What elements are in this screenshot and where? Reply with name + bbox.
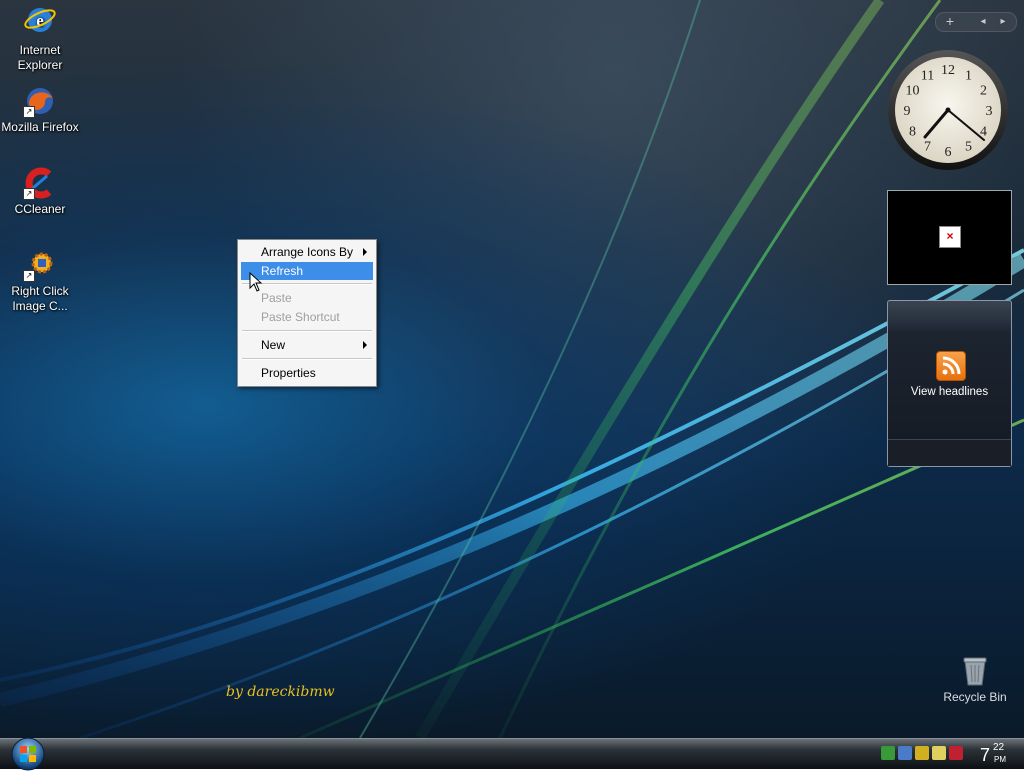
- submenu-arrow-icon: [363, 248, 367, 256]
- menu-item-properties[interactable]: Properties: [241, 364, 373, 382]
- clock-numeral: 8: [909, 125, 916, 140]
- clock-numeral: 12: [941, 63, 955, 78]
- desktop-icon-label: Recycle Bin: [943, 690, 1007, 704]
- wand-icon[interactable]: [932, 746, 946, 760]
- clock-numeral: 6: [945, 145, 952, 160]
- shortcut-arrow-icon: ↗: [23, 106, 35, 118]
- wallpaper-swoosh: [0, 0, 1024, 738]
- desktop-icon-label: Mozilla Firefox: [1, 120, 79, 134]
- shortcut-arrow-icon: ↗: [23, 188, 35, 200]
- clock-numeral: 1: [965, 69, 972, 84]
- clock-numeral: 7: [924, 140, 931, 155]
- network-icon[interactable]: [881, 746, 895, 760]
- shortcut-arrow-icon: ↗: [23, 270, 35, 282]
- menu-separator: [242, 330, 372, 332]
- menu-item-label: Paste Shortcut: [261, 310, 340, 324]
- add-gadget-button[interactable]: +: [936, 13, 964, 31]
- desktop-icon-mozilla-firefox[interactable]: ↗ Mozilla Firefox: [0, 84, 80, 135]
- clock-numeral: 11: [921, 69, 934, 84]
- menu-item-label: Paste: [261, 291, 292, 305]
- clock-numeral: 10: [906, 84, 920, 99]
- clock-numeral: 5: [965, 140, 972, 155]
- desktop-icon-right-click-image-converter[interactable]: ↗ Right Click Image C...: [0, 248, 80, 314]
- rss-feed-icon: [936, 351, 966, 381]
- desktop-context-menu: Arrange Icons By Refresh Paste Paste Sho…: [237, 239, 377, 387]
- menu-item-label: Refresh: [261, 264, 304, 278]
- desktop-icon-label: Right Click Image C...: [11, 284, 69, 313]
- clock-minute: 22: [993, 742, 1005, 753]
- desktop-icon-label: Internet Explorer: [17, 43, 63, 72]
- desktop-icon-label: CCleaner: [14, 202, 66, 216]
- mouse-cursor-icon: [249, 272, 263, 292]
- clock-hour: 7: [980, 745, 991, 765]
- desktop-icon-ccleaner[interactable]: ↗ CCleaner: [0, 166, 80, 217]
- sidebar-controls: + ◂ ▸: [935, 12, 1017, 32]
- menu-item-new[interactable]: New: [241, 336, 373, 354]
- power-icon[interactable]: [915, 746, 929, 760]
- menu-separator: [242, 358, 372, 360]
- clock-ampm: PM: [994, 755, 1006, 764]
- submenu-arrow-icon: [363, 341, 367, 349]
- clock-numeral: 2: [980, 84, 987, 99]
- signature-text: by dareckibmw: [226, 684, 335, 700]
- menu-item-paste-shortcut[interactable]: Paste Shortcut: [241, 308, 373, 326]
- security-shield-icon[interactable]: [949, 746, 963, 760]
- menu-item-label: Arrange Icons By: [261, 245, 354, 259]
- menu-item-arrange-icons-by[interactable]: Arrange Icons By: [241, 243, 373, 261]
- next-gadget-page-button[interactable]: ▸: [994, 13, 1012, 31]
- menu-item-label: New: [261, 338, 286, 352]
- internet-explorer-icon: e: [24, 8, 56, 32]
- slideshow-gadget[interactable]: ×: [887, 190, 1012, 285]
- clock-numeral: 9: [904, 104, 911, 119]
- clock-gadget[interactable]: 12 1234567891011: [886, 48, 1010, 172]
- menu-item-label: Properties: [261, 366, 316, 380]
- desktop-icon-recycle-bin[interactable]: Recycle Bin: [940, 655, 1010, 704]
- broken-image-icon: ×: [939, 226, 961, 248]
- display-icon[interactable]: [898, 746, 912, 760]
- taskbar: 7 22 PM: [0, 738, 1024, 769]
- start-button[interactable]: [10, 736, 46, 772]
- recycle-bin-icon: [963, 657, 987, 686]
- feed-headlines-gadget[interactable]: View headlines: [887, 300, 1012, 467]
- feed-gadget-footer: [888, 439, 1011, 466]
- desktop-icon-internet-explorer[interactable]: e Internet Explorer: [0, 3, 80, 73]
- previous-gadget-page-button[interactable]: ◂: [974, 13, 992, 31]
- desktop[interactable]: e Internet Explorer ↗ Mozilla Firefox ↗ …: [0, 0, 1024, 738]
- view-headlines-label[interactable]: View headlines: [888, 386, 1011, 398]
- clock-numeral: 3: [986, 104, 993, 119]
